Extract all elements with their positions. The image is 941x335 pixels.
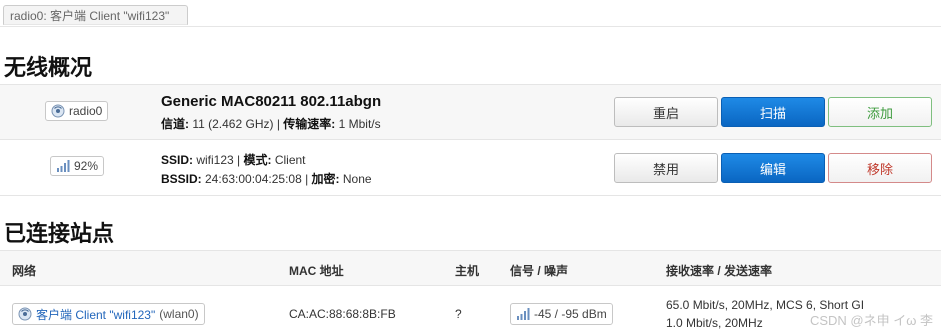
rate-value: 1 Mbit/s — [335, 117, 381, 131]
mode-value: Client — [271, 153, 306, 167]
station-tx-rate: 1.0 Mbit/s, 20MHz — [666, 316, 763, 330]
channel-value: 11 (2.462 GHz) | — [189, 117, 284, 131]
tab-divider — [0, 26, 941, 27]
column-network: 网络 — [12, 264, 37, 278]
stations-table-header: 网络 MAC 地址 主机 信号 / 噪声 接收速率 / 发送速率 — [0, 250, 941, 286]
encryption-label: 加密: — [311, 172, 340, 186]
tab-radio0-client[interactable]: radio0: 客户端 Client "wifi123" — [3, 5, 188, 25]
csdn-watermark: CSDN @ネ申 イω 李 — [809, 313, 933, 328]
station-signal-badge: -45 / -95 dBm — [510, 303, 613, 325]
radio-badge-label: radio0 — [69, 104, 103, 118]
column-rx-tx-rate: 接收速率 / 发送速率 — [666, 264, 773, 278]
column-signal-noise: 信号 / 噪声 — [510, 264, 569, 278]
bssid-value: 24:63:00:04:25:08 | — [201, 172, 312, 186]
bssid-label: BSSID: — [161, 172, 202, 186]
station-mac: CA:AC:88:68:8B:FB — [289, 307, 396, 321]
radio-badge[interactable]: radio0 — [45, 101, 109, 121]
ssid-value: wifi123 | — [193, 153, 244, 167]
station-host: ? — [455, 307, 462, 321]
ssid-mode-info: SSID: wifi123 | 模式: Client — [161, 151, 306, 168]
add-button[interactable]: 添加 — [828, 97, 932, 127]
radio-device-row: radio0 Generic MAC80211 802.11abgn 信道: 1… — [0, 84, 941, 140]
remove-button[interactable]: 移除 — [828, 153, 932, 183]
station-network-iface: (wlan0) — [159, 307, 199, 321]
radio-channel-info: 信道: 11 (2.462 GHz) | 传输速率: 1 Mbit/s — [161, 115, 381, 132]
channel-label: 信道: — [161, 117, 189, 131]
column-mac: MAC 地址 — [289, 264, 344, 278]
scan-button[interactable]: 扫描 — [721, 97, 825, 127]
bssid-encryption-info: BSSID: 24:63:00:04:25:08 | 加密: None — [161, 170, 372, 187]
rate-label: 传输速率: — [283, 117, 336, 131]
ssid-label: SSID: — [161, 153, 194, 167]
encryption-value: None — [339, 172, 372, 186]
signal-percent: 92% — [74, 159, 99, 173]
radio-device-name: Generic MAC80211 802.11abgn — [161, 93, 382, 110]
station-network-badge[interactable]: 客户端 Client "wifi123" (wlan0) — [12, 303, 205, 325]
signal-badge: 92% — [50, 156, 105, 176]
network-row: 92% SSID: wifi123 | 模式: Client BSSID: 24… — [0, 140, 941, 196]
station-network-name[interactable]: 客户端 Client "wifi123" — [36, 306, 155, 323]
edit-button[interactable]: 编辑 — [721, 153, 825, 183]
column-host: 主机 — [455, 264, 480, 278]
wifi-radio-icon — [18, 307, 32, 321]
connected-stations-title: 已连接站点 — [4, 222, 115, 247]
disable-button[interactable]: 禁用 — [614, 153, 718, 183]
wireless-overview-title: 无线概况 — [4, 56, 93, 81]
station-signal-noise: -45 / -95 dBm — [534, 307, 607, 321]
mode-label: 模式: — [243, 153, 272, 167]
signal-bars-icon — [516, 308, 530, 320]
tab-label: radio0: 客户端 Client "wifi123" — [10, 8, 170, 23]
wifi-radio-icon — [51, 104, 65, 118]
signal-bars-icon — [56, 160, 70, 172]
restart-button[interactable]: 重启 — [614, 97, 718, 127]
